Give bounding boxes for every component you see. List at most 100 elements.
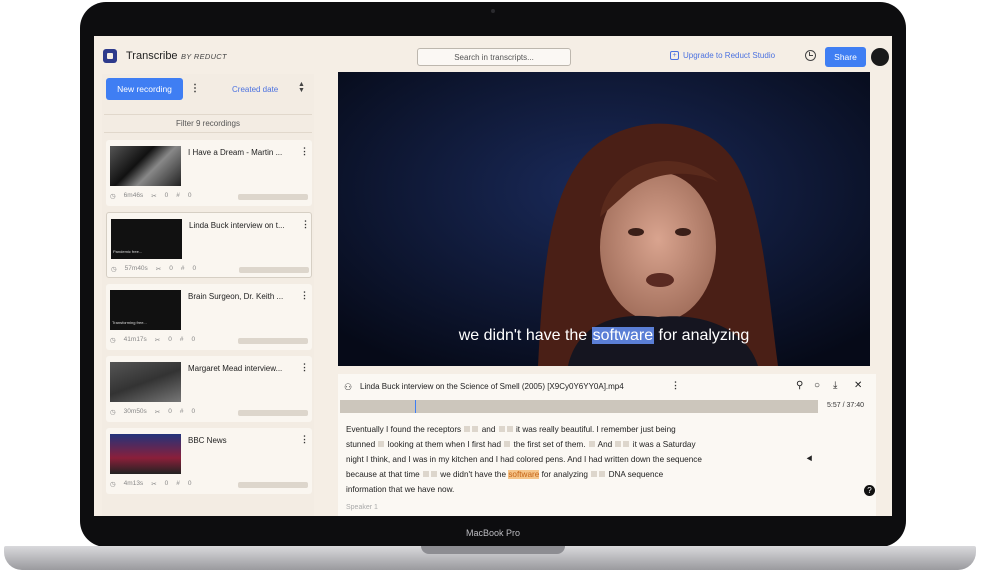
caption-text-before: we didn't have the — [458, 327, 592, 344]
pause-marker — [378, 441, 385, 447]
thumbnail-caption: Transforming free... — [112, 320, 147, 325]
recording-card[interactable]: BBC News ⋮ ◷ 4m13s ✂ 0 #0 — [106, 428, 312, 494]
clips-icon: ✂ — [154, 409, 161, 416]
hash-icon: # — [180, 265, 185, 272]
progress-bar — [238, 338, 308, 344]
progress-bar — [238, 482, 308, 488]
close-icon[interactable]: ✕ — [854, 380, 862, 391]
transcript-file-name: Linda Buck interview on the Science of S… — [360, 382, 624, 391]
transcript-text: we didn't have the — [440, 470, 507, 479]
recording-more-icon[interactable]: ⋮ — [300, 146, 309, 157]
sidebar-more-icon[interactable]: ⋮ — [190, 83, 200, 94]
video-frame — [338, 72, 870, 366]
recording-duration: 30m50s — [123, 408, 147, 415]
recording-more-icon[interactable]: ⋮ — [301, 219, 310, 230]
filter-recordings-input[interactable]: Filter 9 recordings — [104, 114, 312, 133]
recording-thumbnail: Pandemic free... — [111, 219, 182, 259]
recording-more-icon[interactable]: ⋮ — [300, 290, 309, 301]
video-player[interactable]: we didn't have the software for analyzin… — [338, 72, 870, 366]
recording-clips: 0 — [164, 192, 169, 199]
reduct-logo-icon — [103, 49, 117, 63]
app-title: Transcribe — [126, 50, 178, 62]
recording-clips: 0 — [168, 408, 172, 415]
recording-meta: ◷ 6m46s ✂ 0 #0 — [110, 192, 192, 200]
search-icon[interactable]: ⚲ — [796, 380, 803, 391]
recording-thumbnail — [110, 362, 181, 402]
sort-dropdown[interactable]: Created date — [232, 85, 278, 94]
clips-icon: ✂ — [151, 481, 157, 488]
recording-title: Brain Surgeon, Dr. Keith ... — [188, 292, 284, 301]
pause-marker — [498, 426, 505, 432]
new-recording-button[interactable]: New recording — [106, 78, 183, 100]
playback-timecode: 5:57 / 37:40 — [827, 402, 864, 409]
pause-marker — [464, 426, 471, 432]
transcript-paragraph[interactable]: Eventually I found the receptors and it … — [346, 422, 736, 497]
duration-icon: ◷ — [110, 409, 116, 416]
share-button[interactable]: Share — [825, 47, 866, 67]
recording-title: Margaret Mead interview... — [188, 364, 283, 373]
playhead[interactable] — [415, 400, 416, 413]
speaker-label[interactable]: Speaker 1 — [346, 504, 378, 511]
recording-highlights: 0 — [191, 408, 196, 415]
pause-marker — [431, 471, 438, 477]
recording-more-icon[interactable]: ⋮ — [300, 362, 309, 373]
recording-card[interactable]: I Have a Dream - Martin ... ⋮ ◷ 6m46s ✂ 0 … — [106, 140, 312, 206]
transcript-text: because at that time — [346, 470, 420, 479]
recording-card-selected[interactable]: Pandemic free... Linda Buck interview on… — [106, 212, 312, 278]
recording-clips: 0 — [164, 480, 169, 487]
waveform-scrubber[interactable] — [340, 400, 818, 413]
user-avatar[interactable] — [871, 48, 889, 66]
document-icon: ⚇ — [344, 382, 353, 392]
pause-marker — [623, 441, 630, 447]
pause-marker — [506, 426, 513, 432]
comment-icon[interactable]: ○ — [814, 380, 820, 391]
recording-meta: ◷ 4m13s ✂ 0 #0 — [110, 480, 192, 488]
transcript-text: it was really beautiful. I remember just… — [515, 425, 676, 434]
recording-thumbnail — [110, 146, 181, 186]
recording-highlights: 0 — [192, 265, 197, 272]
pause-marker — [591, 471, 598, 477]
recording-card[interactable]: Margaret Mead interview... ⋮ ◷ 30m50s ✂ 0 … — [106, 356, 312, 422]
pause-marker — [472, 426, 479, 432]
transcript-text: stunned — [346, 440, 376, 449]
recording-meta: ◷ 57m40s ✂ 0 #0 — [111, 265, 196, 273]
pause-marker — [588, 441, 595, 447]
transcript-text: night I think, and I was in my kitchen a… — [346, 455, 702, 464]
recording-title: BBC News — [188, 436, 227, 445]
history-clock-icon[interactable] — [805, 50, 816, 61]
upgrade-link[interactable]: + Upgrade to Reduct Studio — [670, 51, 775, 60]
recording-highlights: 0 — [187, 480, 192, 487]
recording-card[interactable]: Transforming free... Brain Surgeon, Dr. … — [106, 284, 312, 350]
recording-clips: 0 — [168, 336, 172, 343]
transcript-text: the first set of them. — [513, 440, 586, 449]
thumbnail-caption: Pandemic free... — [113, 249, 143, 254]
upgrade-icon: + — [670, 51, 679, 60]
hash-icon: # — [179, 408, 184, 415]
recording-title: Linda Buck interview on t... — [189, 221, 285, 230]
recording-more-icon[interactable]: ⋮ — [300, 434, 309, 445]
recording-thumbnail: Transforming free... — [110, 290, 181, 330]
download-icon[interactable]: ⤓ — [833, 380, 837, 391]
recording-duration: 6m46s — [123, 192, 144, 199]
duration-icon: ◷ — [110, 481, 116, 488]
recording-highlights: 0 — [191, 336, 196, 343]
recording-meta: ◷ 41m17s ✂ 0 #0 — [110, 336, 195, 344]
transcript-text: Eventually I found the receptors — [346, 425, 462, 434]
recording-meta: ◷ 30m50s ✂ 0 #0 — [110, 408, 195, 416]
recording-duration: 57m40s — [124, 265, 148, 272]
transcript-more-icon[interactable]: ⋮ — [671, 380, 680, 391]
sort-direction-icon[interactable]: ▲ ▼ — [298, 81, 305, 94]
camera-dot — [491, 9, 495, 13]
help-icon[interactable]: ? — [864, 485, 875, 496]
search-input[interactable]: Search in transcripts... — [417, 48, 571, 66]
transcript-text: looking at them when I first had — [387, 440, 502, 449]
hash-icon: # — [176, 480, 180, 487]
transcript-panel: ⚇ Linda Buck interview on the Science of… — [338, 374, 876, 516]
duration-icon: ◷ — [110, 337, 116, 344]
transcript-text: and — [481, 425, 496, 434]
pause-marker — [504, 441, 511, 447]
app-screen: Transcribe BY REDUCT Search in transcrip… — [94, 36, 892, 516]
hash-icon: # — [176, 192, 180, 199]
recording-duration: 4m13s — [123, 480, 144, 487]
recordings-sidebar: New recording ⋮ Created date ▲ ▼ Filter 9… — [102, 74, 314, 516]
